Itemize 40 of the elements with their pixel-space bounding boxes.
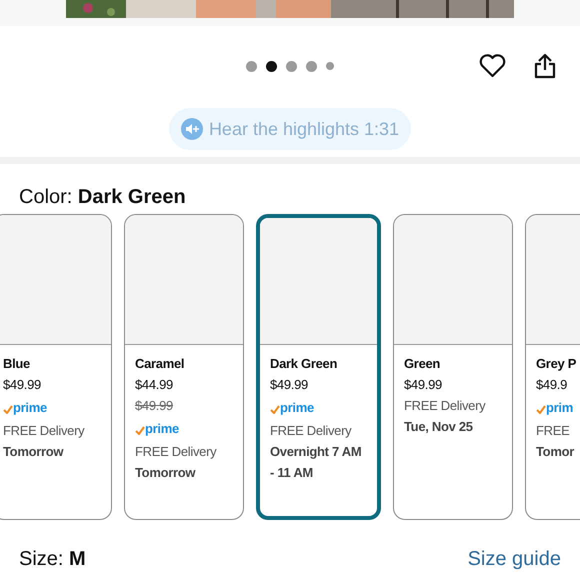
- delivery-text: FREE: [536, 422, 570, 440]
- swatch-name: Grey P: [536, 355, 578, 373]
- delivery-text: FREE Delivery: [135, 443, 218, 461]
- delivery-date: Tomor: [536, 443, 576, 461]
- heart-icon[interactable]: [479, 54, 506, 78]
- delivery-text: FREE Delivery: [270, 422, 352, 440]
- swatch-price: $49.9: [536, 376, 568, 394]
- check-icon: [3, 404, 13, 414]
- check-icon: [135, 426, 145, 434]
- swatch-card[interactable]: Blue $49.99 prime FREE Delivery Tomorrow: [0, 214, 112, 520]
- swatch-price: $49.99: [404, 376, 443, 394]
- swatch-name: Green: [404, 355, 442, 373]
- prime-label: prime: [145, 420, 179, 438]
- swatch-price: $49.99: [3, 376, 42, 394]
- size-guide-link[interactable]: Size guide: [468, 547, 561, 571]
- swatch-name: Blue: [3, 355, 31, 373]
- prime-label: prime: [280, 399, 314, 417]
- size-label: Size: M: [19, 547, 86, 571]
- swatch-name: Dark Green: [270, 355, 338, 373]
- share-icon[interactable]: [534, 53, 556, 79]
- delivery-text: FREE Delivery: [3, 422, 86, 440]
- color-label: Color: Dark Green: [19, 186, 186, 208]
- speaker-icon: [180, 118, 203, 140]
- swatch-card[interactable]: Green $49.99 FREE Delivery Tue, Nov 25: [393, 214, 513, 520]
- check-icon: [270, 404, 280, 414]
- prime-label: prim: [546, 399, 573, 417]
- prime-label: prime: [13, 399, 47, 417]
- swatch-price: $44.99: [135, 376, 174, 394]
- delivery-date: Tomorrow: [3, 443, 64, 461]
- delivery-text: FREE Delivery: [404, 397, 486, 415]
- swatch-card[interactable]: Dark Green $49.99 prime FREE Delivery Overnight 7 AM - 11 AM: [256, 214, 381, 520]
- swatch-price: $49.99: [270, 376, 309, 394]
- swatch-card[interactable]: Caramel $44.99 $49.99 prime FREE Delivery Tomorrow: [124, 214, 244, 520]
- swatch-card[interactable]: Grey P $49.9 prim FREE Tomor: [525, 214, 580, 520]
- delivery-date: Overnight 7 AM - 11 AM: [270, 443, 362, 482]
- swatch-name: Caramel: [135, 355, 186, 373]
- list-price: $49.99: [135, 397, 174, 415]
- check-icon: [536, 404, 546, 414]
- delivery-date: Tomorrow: [135, 464, 196, 482]
- delivery-date: Tue, Nov 25: [404, 418, 474, 436]
